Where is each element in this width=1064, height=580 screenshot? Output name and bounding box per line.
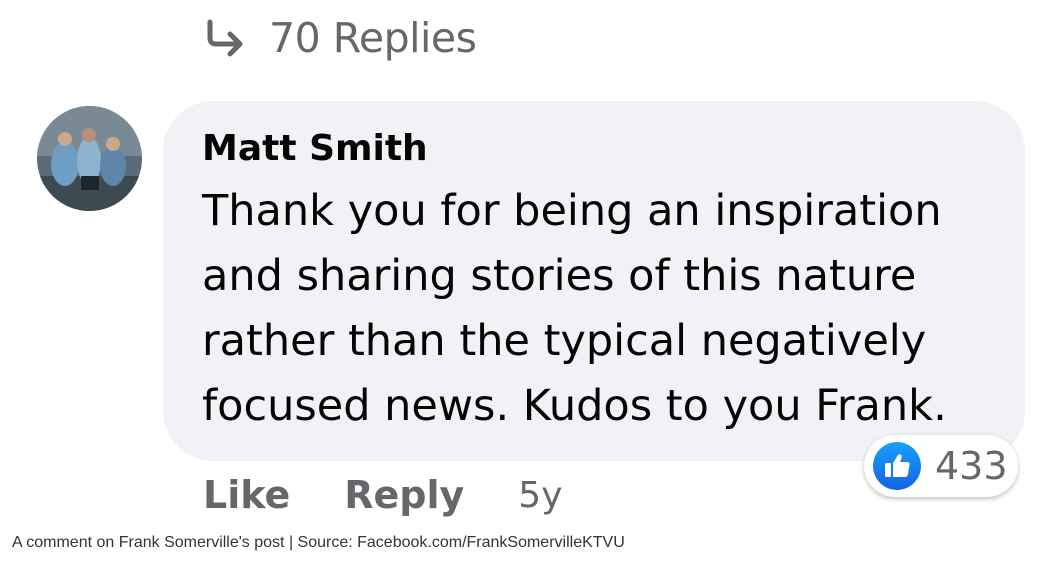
- like-button[interactable]: Like: [203, 473, 290, 517]
- comment-author-name[interactable]: Matt Smith: [202, 128, 428, 169]
- comment-text-line: and sharing stories of this nature: [202, 251, 917, 301]
- comment-text-line: Thank you for being an inspiration: [202, 186, 942, 236]
- reactions-summary[interactable]: 433: [864, 435, 1018, 497]
- comment-actions: Like Reply 5y: [203, 470, 563, 520]
- user-photo-avatar: [37, 106, 142, 211]
- replies-count-label: 70 Replies: [269, 14, 477, 62]
- comment-text-line: rather than the typical negatively: [202, 316, 927, 366]
- comment-text-line: focused news. Kudos to you Frank.: [202, 381, 947, 431]
- image-caption: A comment on Frank Somerville's post | S…: [12, 534, 625, 551]
- comment-timestamp[interactable]: 5y: [518, 475, 562, 516]
- thumbs-up-icon: [873, 442, 921, 490]
- reply-arrow-icon: [207, 19, 243, 57]
- reaction-count: 433: [935, 444, 1008, 488]
- reply-button[interactable]: Reply: [344, 473, 464, 517]
- avatar[interactable]: [37, 106, 142, 211]
- view-replies-link[interactable]: 70 Replies: [203, 10, 477, 66]
